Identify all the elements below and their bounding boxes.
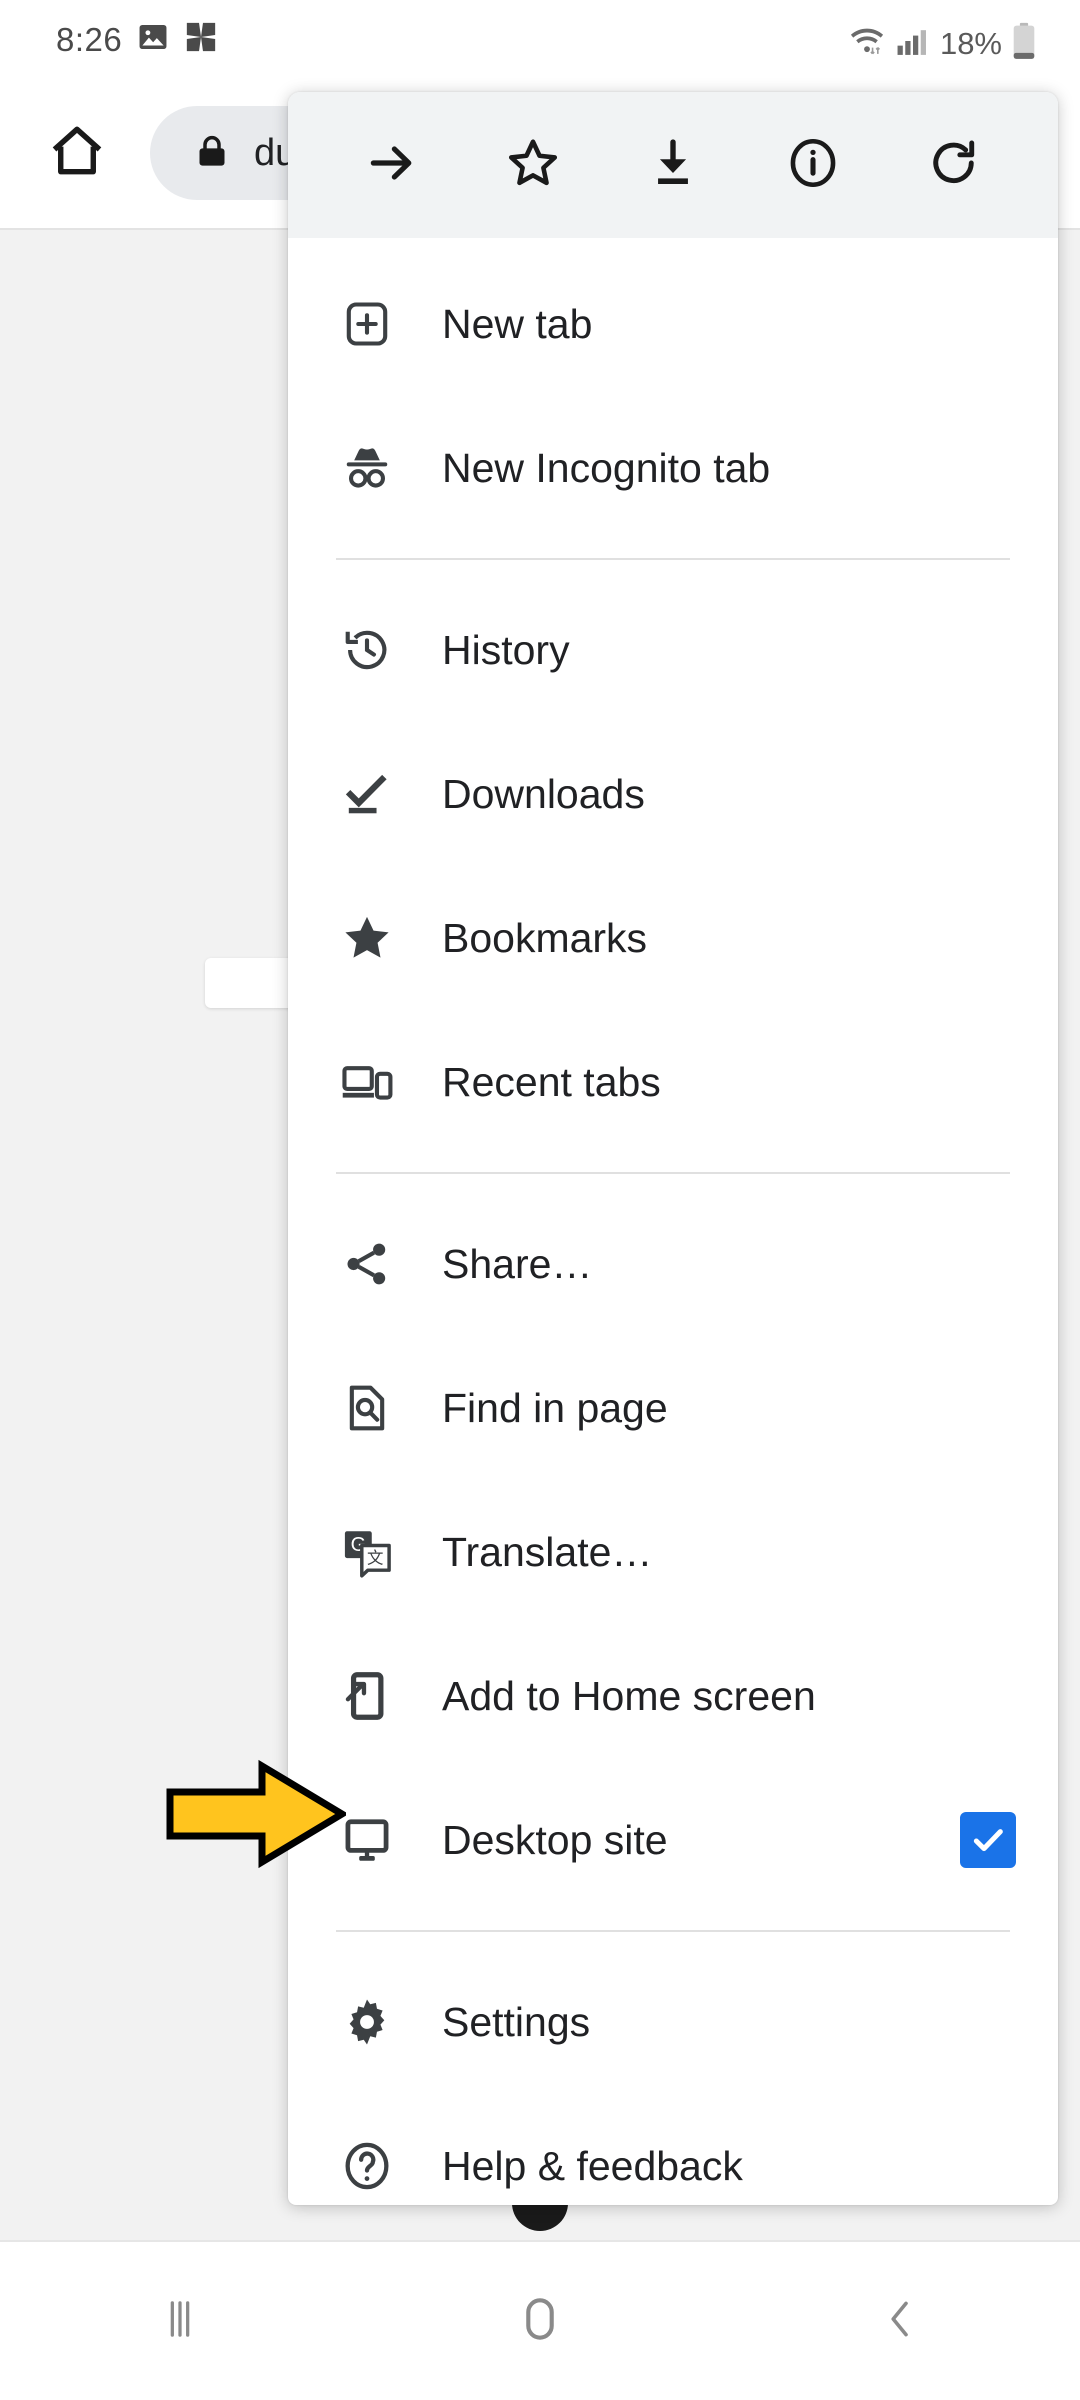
- download-icon: [645, 135, 701, 196]
- battery-icon: [1012, 22, 1036, 65]
- page-info-button[interactable]: [765, 117, 861, 213]
- cellular-signal-icon: [896, 25, 930, 62]
- home-pill-icon: [514, 2293, 566, 2350]
- menu-divider: [336, 1172, 1010, 1174]
- menu-item-label: New tab: [442, 300, 593, 347]
- menu-item-label: Add to Home screen: [442, 1672, 816, 1719]
- menu-divider: [336, 558, 1010, 560]
- menu-item-label: History: [442, 626, 570, 673]
- recent-tabs-icon: [336, 1056, 398, 1108]
- desktop-site-checkbox[interactable]: [960, 1812, 1016, 1868]
- menu-item-label: Translate…: [442, 1528, 653, 1575]
- system-nav-bar: [0, 2242, 1080, 2400]
- menu-item-downloads[interactable]: Downloads: [288, 722, 1058, 866]
- menu-item-label: Downloads: [442, 770, 645, 817]
- menu-item-label: Share…: [442, 1240, 593, 1287]
- toolbar-home-button[interactable]: [32, 108, 122, 198]
- menu-item-desktop-site[interactable]: Desktop site: [288, 1768, 1058, 1912]
- menu-item-share[interactable]: Share…: [288, 1192, 1058, 1336]
- status-clock: 8:26: [56, 20, 123, 58]
- status-bar-left: 8:26: [56, 20, 218, 59]
- menu-item-translate[interactable]: G 文 Translate…: [288, 1480, 1058, 1624]
- menu-item-settings[interactable]: Settings: [288, 1950, 1058, 2094]
- share-icon: [336, 1238, 398, 1290]
- menu-item-label: Bookmarks: [442, 914, 648, 961]
- downloads-icon: [336, 768, 398, 820]
- menu-item-label: New Incognito tab: [442, 444, 771, 491]
- download-button[interactable]: [625, 117, 721, 213]
- back-chevron-icon: [876, 2295, 924, 2348]
- add-to-home-screen-icon: [336, 1670, 398, 1722]
- star-outline-icon: [504, 134, 562, 197]
- menu-item-new-incognito-tab[interactable]: New Incognito tab: [288, 396, 1058, 540]
- history-icon: [336, 624, 398, 676]
- reload-button[interactable]: [906, 117, 1002, 213]
- menu-item-help-and-feedback[interactable]: Help & feedback: [288, 2094, 1058, 2205]
- phone-screen: 8:26 18% du New tab New Incognito tab Hi…: [0, 0, 1080, 2400]
- menu-item-label: Help & feedback: [442, 2142, 743, 2189]
- find-in-page-icon: [336, 1382, 398, 1434]
- image-icon: [136, 20, 170, 59]
- arrow-forward-icon: [364, 135, 420, 196]
- new-tab-icon: [336, 298, 398, 350]
- status-bar-right: 18%: [848, 22, 1036, 65]
- menu-item-add-to-home-screen[interactable]: Add to Home screen: [288, 1624, 1058, 1768]
- menu-item-label: Settings: [442, 1998, 591, 2045]
- menu-item-new-tab[interactable]: New tab: [288, 252, 1058, 396]
- app-pinwheel-icon: [184, 20, 218, 59]
- menu-item-bookmarks[interactable]: Bookmarks: [288, 866, 1058, 1010]
- lock-icon: [192, 131, 232, 176]
- home-button[interactable]: [470, 2251, 610, 2391]
- wifi-icon: [848, 24, 886, 63]
- menu-item-label: Recent tabs: [442, 1058, 661, 1105]
- checkbox-checked: [960, 1812, 1016, 1868]
- gear-icon: [336, 1996, 398, 2048]
- menu-quick-actions-bar: [288, 92, 1058, 238]
- menu-item-label: Desktop site: [442, 1816, 668, 1863]
- translate-icon: G 文: [336, 1526, 398, 1578]
- menu-item-find-in-page[interactable]: Find in page: [288, 1336, 1058, 1480]
- info-circle-icon: [784, 134, 842, 197]
- back-button[interactable]: [830, 2251, 970, 2391]
- help-circle-icon: [336, 2139, 398, 2193]
- recents-button[interactable]: [110, 2251, 250, 2391]
- menu-divider: [336, 1930, 1010, 1932]
- incognito-icon: [336, 441, 398, 495]
- recents-icon: [157, 2296, 203, 2347]
- bookmark-button[interactable]: [485, 117, 581, 213]
- menu-items-list: New tab New Incognito tab History Downlo…: [288, 238, 1058, 2205]
- reload-icon: [926, 135, 982, 196]
- forward-button[interactable]: [344, 117, 440, 213]
- annotation-arrow: [166, 1758, 349, 1870]
- star-filled-icon: [336, 911, 398, 965]
- menu-item-history[interactable]: History: [288, 578, 1058, 722]
- menu-item-recent-tabs[interactable]: Recent tabs: [288, 1010, 1058, 1154]
- home-icon: [46, 120, 108, 187]
- svg-text:文: 文: [367, 1550, 383, 1568]
- menu-item-label: Find in page: [442, 1384, 668, 1431]
- status-bar: 8:26 18%: [0, 0, 1080, 78]
- battery-percent-label: 18%: [939, 25, 1002, 61]
- browser-overflow-menu: New tab New Incognito tab History Downlo…: [288, 92, 1058, 2205]
